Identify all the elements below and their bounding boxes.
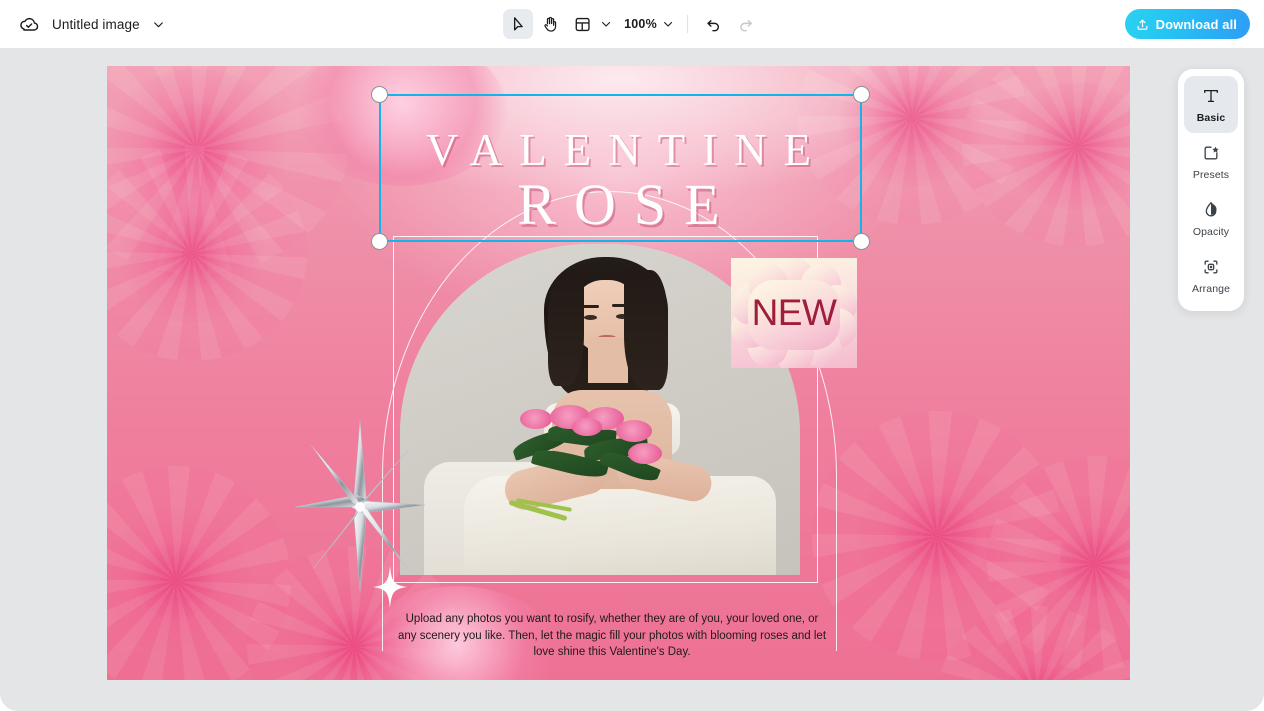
select-tool-button[interactable] — [503, 9, 533, 39]
panel-item-basic[interactable]: Basic — [1184, 76, 1238, 133]
canvas-area[interactable]: NEW VALENTINE ROSE Upload any photos you… — [0, 48, 1264, 711]
pan-tool-button[interactable] — [535, 9, 565, 39]
panel-item-arrange[interactable]: Arrange — [1184, 247, 1238, 304]
photo-hair-strand-right — [624, 270, 668, 389]
panel-item-presets-label: Presets — [1193, 169, 1229, 181]
bouquet-rose — [520, 409, 552, 429]
download-all-button[interactable]: Download all — [1125, 9, 1250, 39]
photo-hair-strand-left — [548, 274, 584, 387]
panel-item-opacity-label: Opacity — [1193, 226, 1229, 238]
photo-model-eye — [584, 315, 597, 320]
panel-item-presets[interactable]: Presets — [1184, 133, 1238, 190]
photo-model-neck — [588, 337, 628, 383]
topbar-left-group: Untitled image — [0, 11, 168, 37]
bouquet-rose — [572, 418, 602, 436]
photo-model-eyebrow — [582, 305, 599, 308]
headline-line-1[interactable]: VALENTINE — [107, 128, 1130, 173]
resize-handle-top-right[interactable] — [853, 86, 870, 103]
new-badge[interactable]: NEW — [731, 258, 857, 368]
droplet-half-icon — [1201, 199, 1221, 221]
sparkle-star-small-icon — [373, 566, 407, 608]
panel-item-basic-label: Basic — [1197, 112, 1226, 124]
panel-item-opacity[interactable]: Opacity — [1184, 190, 1238, 247]
square-star-icon — [1201, 142, 1221, 164]
properties-panel: Basic Presets Opacity — [1178, 69, 1244, 311]
resize-handle-top-left[interactable] — [371, 86, 388, 103]
resize-handle-bottom-right[interactable] — [853, 233, 870, 250]
photo-rose-bouquet — [496, 403, 696, 509]
zoom-level-label[interactable]: 100% — [616, 17, 659, 31]
toolbar-divider — [687, 15, 688, 33]
top-toolbar: Untitled image — [0, 0, 1264, 48]
center-tool-group: 100% — [503, 0, 761, 48]
app-window: Untitled image — [0, 0, 1264, 711]
resize-handle-bottom-left[interactable] — [371, 233, 388, 250]
new-badge-label: NEW — [731, 258, 857, 368]
layout-chevron-down-icon[interactable] — [598, 10, 614, 38]
artboard[interactable]: NEW VALENTINE ROSE Upload any photos you… — [107, 66, 1130, 680]
cloud-check-icon — [16, 11, 42, 37]
chevron-down-icon[interactable] — [150, 15, 168, 33]
dashed-square-dot-icon — [1201, 256, 1221, 278]
bouquet-rose — [616, 420, 652, 442]
bouquet-rose — [628, 443, 662, 464]
panel-item-arrange-label: Arrange — [1192, 283, 1230, 295]
body-paragraph[interactable]: Upload any photos you want to rosify, wh… — [397, 611, 827, 661]
zoom-chevron-down-icon[interactable] — [660, 10, 676, 38]
headline-line-2[interactable]: ROSE — [107, 176, 1130, 234]
download-upload-icon — [1135, 17, 1150, 32]
layout-tool-group — [567, 9, 614, 39]
text-T-icon — [1201, 85, 1221, 107]
undo-button[interactable] — [699, 9, 729, 39]
zoom-control-group: 100% — [616, 10, 676, 38]
redo-button[interactable] — [731, 9, 761, 39]
document-title[interactable]: Untitled image — [52, 17, 140, 32]
download-all-label: Download all — [1156, 17, 1237, 32]
topbar-right-group: Download all — [1125, 9, 1250, 39]
layout-tool-button[interactable] — [567, 9, 597, 39]
